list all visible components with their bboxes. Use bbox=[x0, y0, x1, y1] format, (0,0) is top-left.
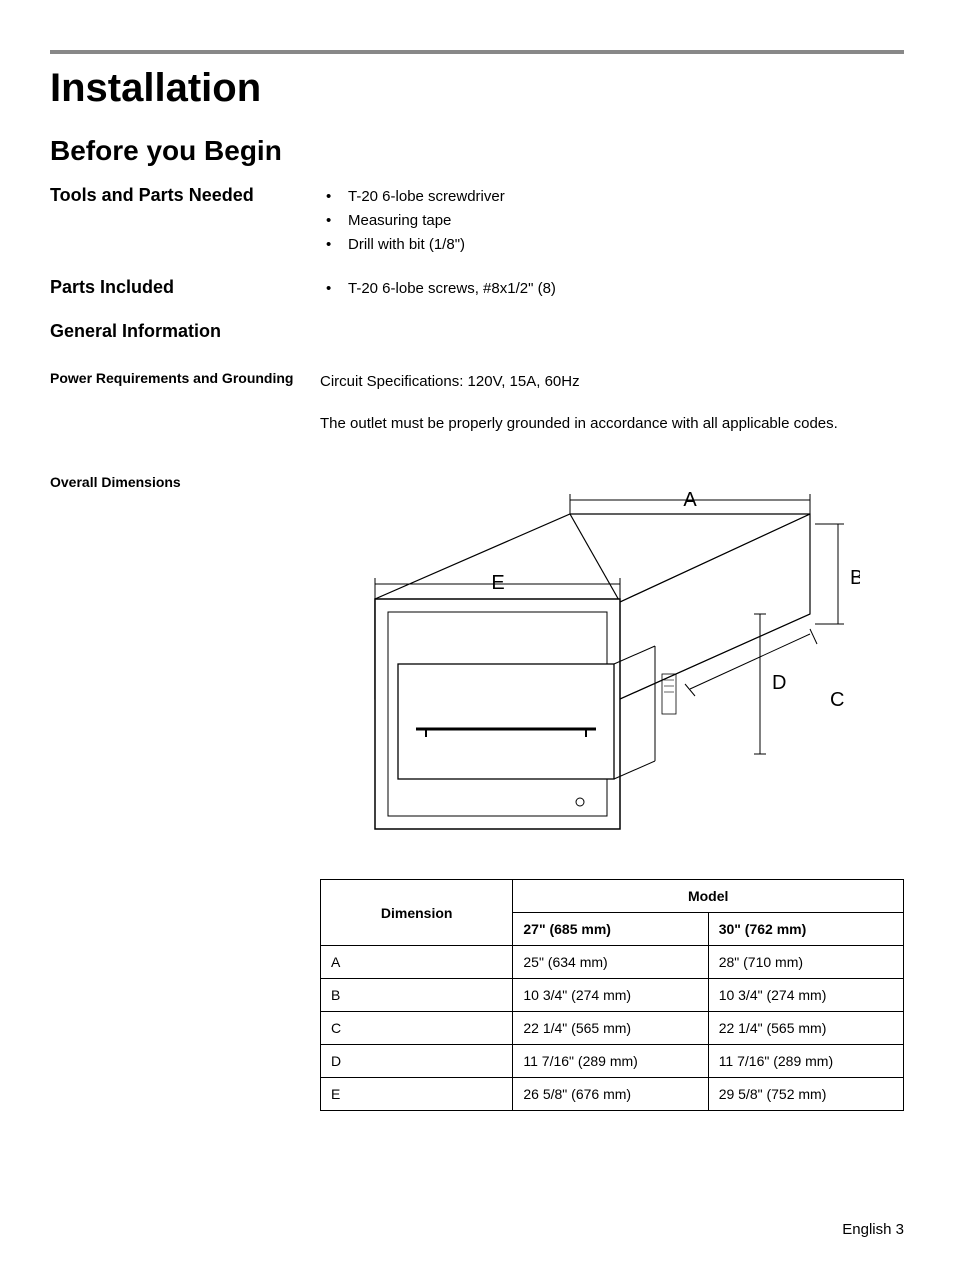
table-row: C 22 1/4" (565 mm) 22 1/4" (565 mm) bbox=[321, 1012, 904, 1045]
model-30-header: 30" (762 mm) bbox=[708, 913, 903, 946]
tools-section: Tools and Parts Needed T-20 6-lobe screw… bbox=[50, 185, 904, 257]
page-footer: English 3 bbox=[50, 1221, 904, 1238]
power-spec: Circuit Specifications: 120V, 15A, 60Hz bbox=[320, 370, 904, 394]
diagram-label-d: D bbox=[772, 672, 786, 694]
overall-heading: Overall Dimensions bbox=[50, 474, 305, 490]
table-row: B 10 3/4" (274 mm) 10 3/4" (274 mm) bbox=[321, 979, 904, 1012]
rule-top bbox=[50, 50, 904, 54]
general-heading: General Information bbox=[50, 321, 305, 342]
section-heading: Before you Begin bbox=[50, 135, 904, 167]
diagram-label-c: C bbox=[830, 689, 844, 711]
diagram-label-e: E bbox=[491, 572, 504, 594]
table-row: D 11 7/16" (289 mm) 11 7/16" (289 mm) bbox=[321, 1045, 904, 1078]
table-header-model: Model bbox=[513, 880, 904, 913]
model-27-header: 27" (685 mm) bbox=[513, 913, 708, 946]
parts-heading: Parts Included bbox=[50, 277, 305, 298]
power-heading: Power Requirements and Grounding bbox=[50, 370, 305, 386]
table-row: E 26 5/8" (676 mm) 29 5/8" (752 mm) bbox=[321, 1078, 904, 1111]
power-section: Power Requirements and Grounding Circuit… bbox=[50, 370, 904, 454]
parts-list: T-20 6-lobe screws, #8x1/2" (8) bbox=[320, 277, 904, 301]
tools-list: T-20 6-lobe screwdriver Measuring tape D… bbox=[320, 185, 904, 257]
list-item: Drill with bit (1/8") bbox=[320, 233, 904, 257]
table-header-dimension: Dimension bbox=[321, 880, 513, 946]
dimensions-section: Overall Dimensions bbox=[50, 474, 904, 1111]
table-row: A 25" (634 mm) 28" (710 mm) bbox=[321, 946, 904, 979]
diagram-label-a: A bbox=[683, 489, 697, 511]
dimensions-diagram: A E B C D bbox=[320, 484, 904, 849]
tools-heading: Tools and Parts Needed bbox=[50, 185, 305, 206]
page-title: Installation bbox=[50, 66, 904, 111]
diagram-label-b: B bbox=[850, 567, 860, 589]
parts-section: Parts Included T-20 6-lobe screws, #8x1/… bbox=[50, 277, 904, 301]
list-item: T-20 6-lobe screws, #8x1/2" (8) bbox=[320, 277, 904, 301]
power-note: The outlet must be properly grounded in … bbox=[320, 412, 904, 436]
list-item: Measuring tape bbox=[320, 209, 904, 233]
list-item: T-20 6-lobe screwdriver bbox=[320, 185, 904, 209]
dimensions-table: Dimension Model 27" (685 mm) 30" (762 mm… bbox=[320, 879, 904, 1111]
